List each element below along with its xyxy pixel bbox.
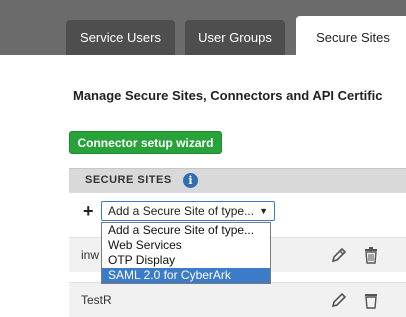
dropdown-option[interactable]: OTP Display [102, 253, 270, 268]
list-item: TestR [69, 282, 406, 317]
site-name[interactable]: inw [81, 248, 99, 262]
secure-site-type-select[interactable]: Add a Secure Site of type... ▼ [101, 201, 275, 221]
secure-site-type-dropdown: Add a Secure Site of type... Web Service… [101, 222, 271, 284]
select-value: Add a Secure Site of type... [108, 204, 255, 218]
trash-icon[interactable] [362, 246, 380, 264]
trash-icon[interactable] [362, 291, 380, 309]
dropdown-option[interactable]: Web Services [102, 238, 270, 253]
dropdown-option-highlighted[interactable]: SAML 2.0 for CyberArk [102, 268, 270, 283]
dropdown-option[interactable]: Add a Secure Site of type... [102, 223, 270, 238]
page-heading: Manage Secure Sites, Connectors and API … [73, 88, 383, 103]
tab-secure-sites[interactable]: Secure Sites [296, 16, 406, 55]
plus-icon[interactable]: + [83, 202, 94, 220]
tab-service-users[interactable]: Service Users [66, 20, 175, 55]
connector-setup-wizard-button[interactable]: Connector setup wizard [69, 131, 222, 154]
secure-sites-panel-header: SECURE SITES i [69, 168, 406, 193]
info-icon[interactable]: i [183, 173, 198, 188]
site-name[interactable]: TestR [81, 293, 112, 307]
edit-icon[interactable] [330, 246, 348, 264]
chevron-down-icon: ▼ [259, 206, 268, 216]
panel-title: SECURE SITES [85, 174, 172, 186]
edit-icon[interactable] [330, 291, 348, 309]
tab-user-groups[interactable]: User Groups [185, 20, 285, 55]
